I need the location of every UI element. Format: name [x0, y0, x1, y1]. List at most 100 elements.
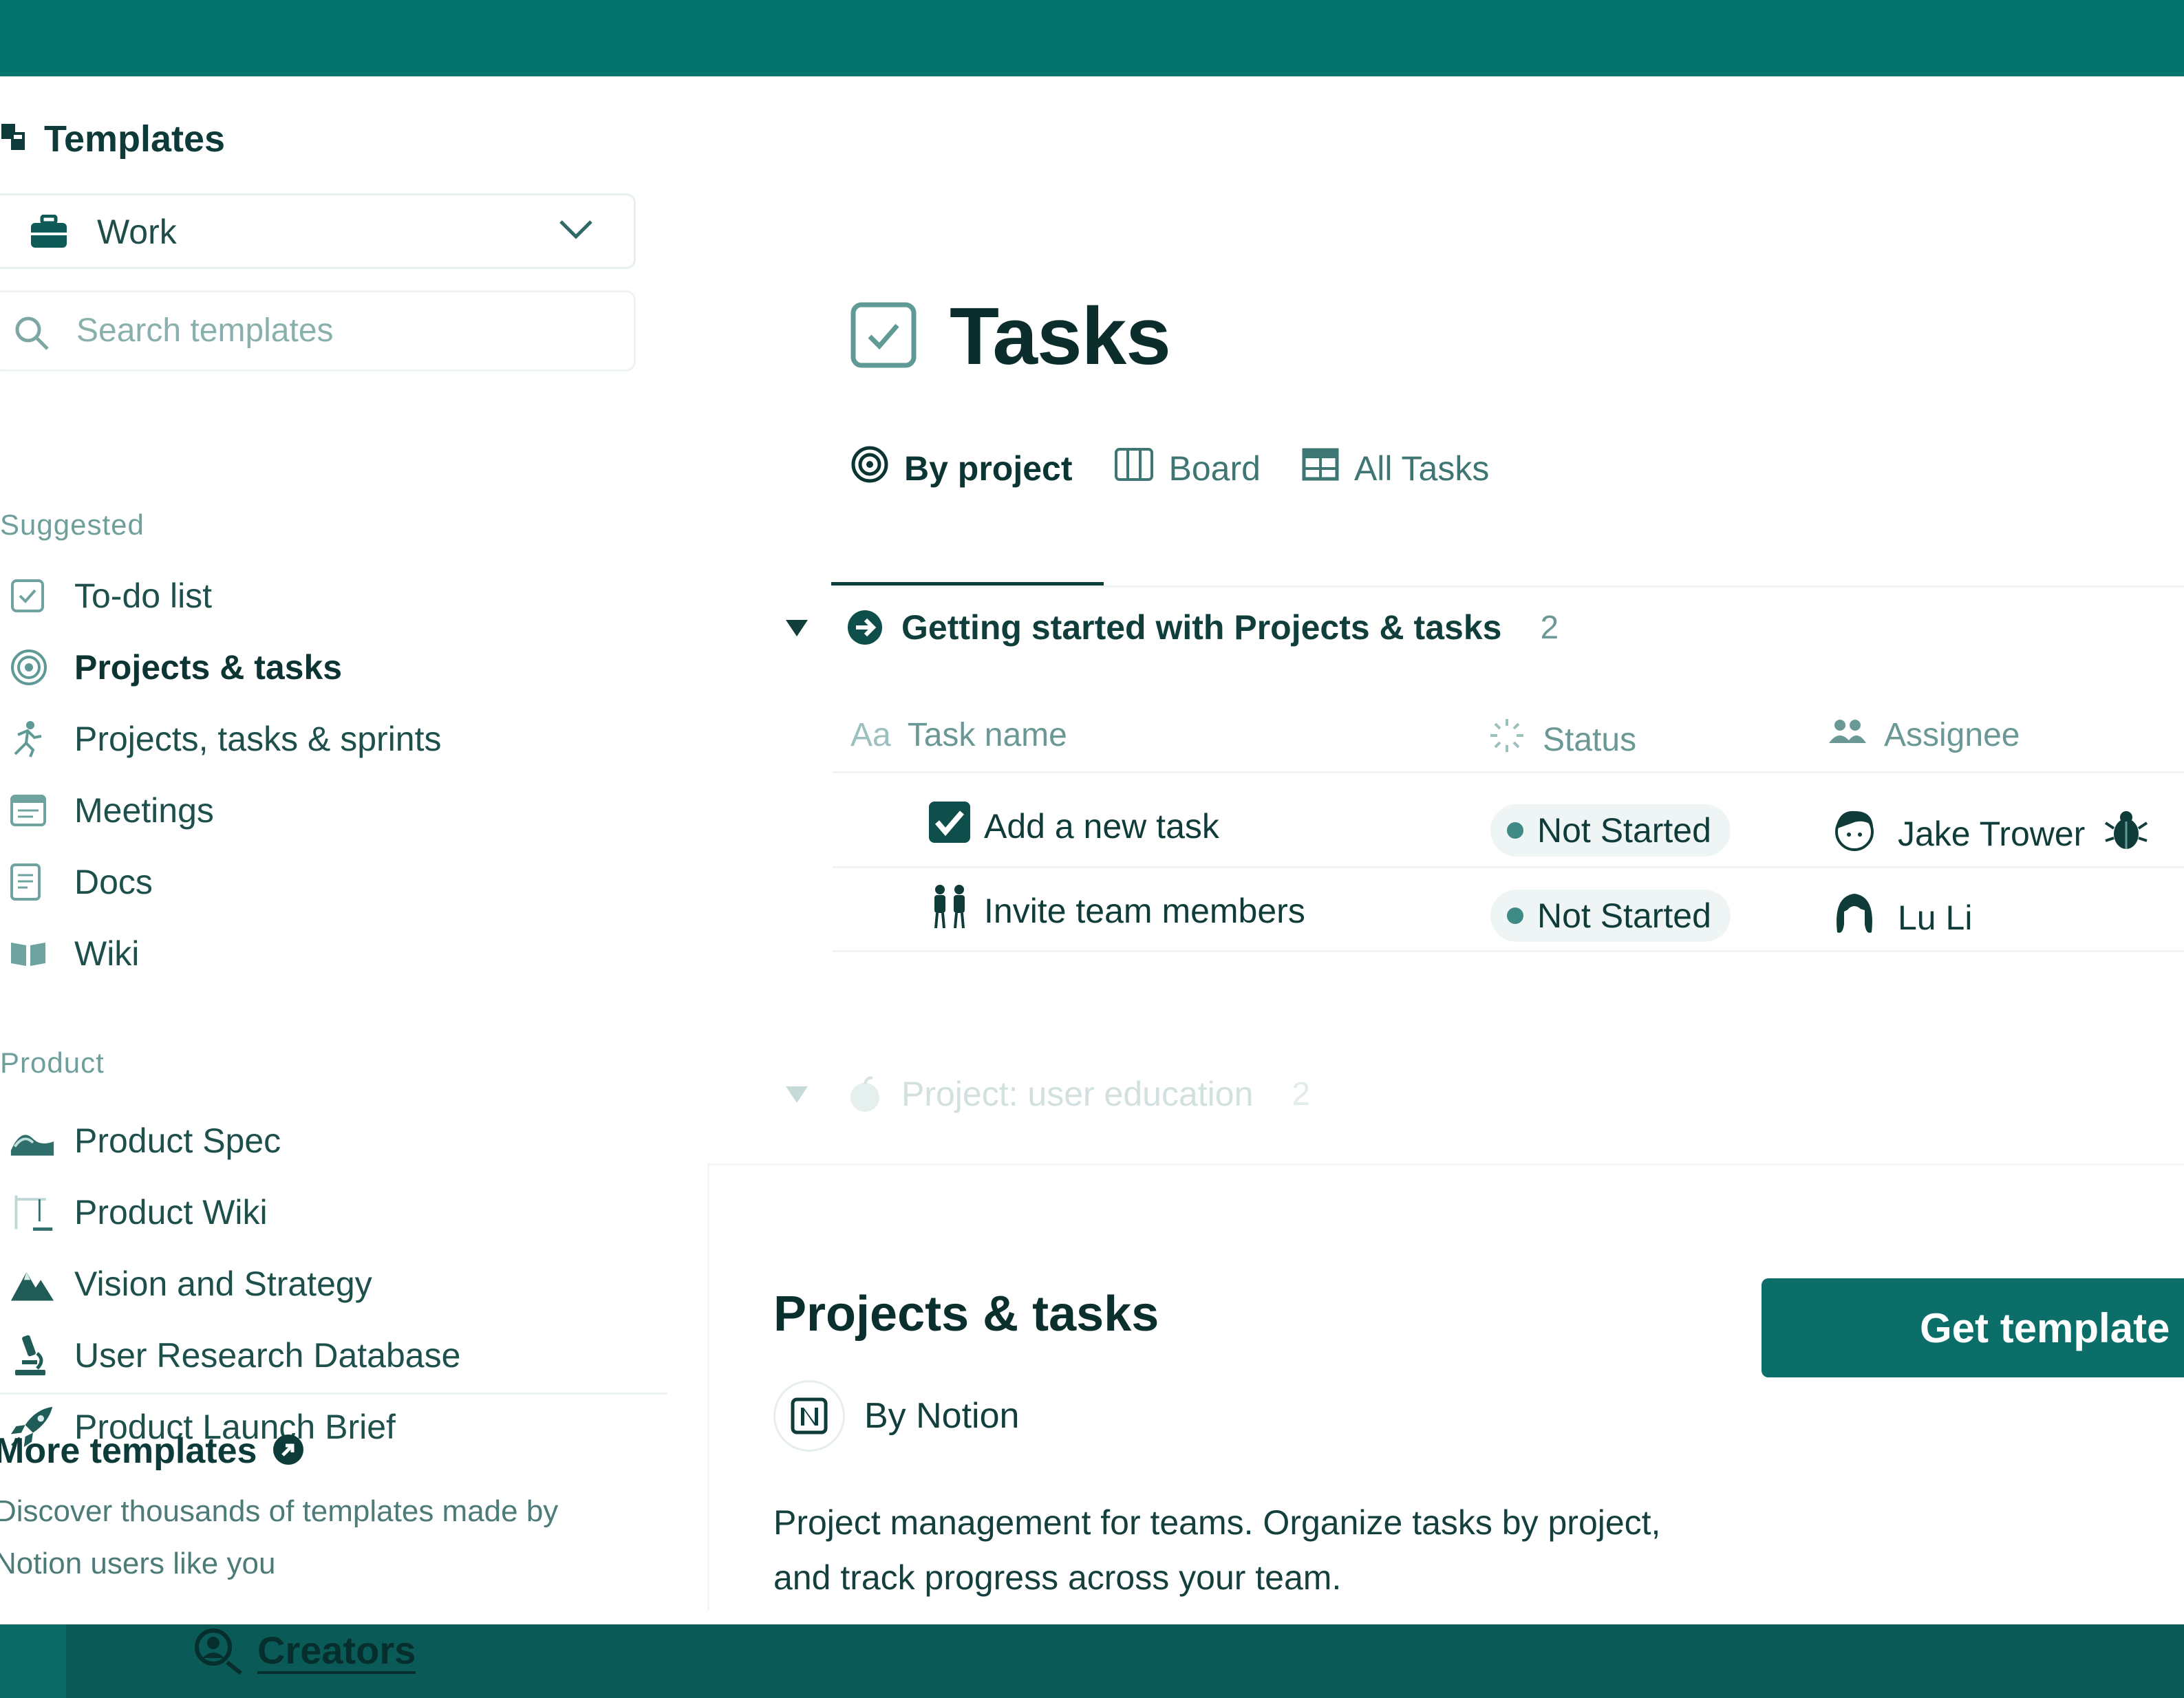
creators-link[interactable]: Creators [193, 1626, 416, 1678]
sidebar-item-user-research-database[interactable]: User Research Database [0, 1324, 661, 1386]
search-icon [13, 314, 52, 356]
group-title: Getting started with Projects & tasks [901, 608, 1502, 647]
status-badge[interactable]: Not Started [1490, 804, 1731, 857]
column-header-status: Status [1488, 716, 1636, 763]
avatar [1830, 806, 1878, 862]
mountain-icon [0, 1262, 55, 1306]
tab-board[interactable]: Board [1114, 434, 1261, 503]
sidebar-item-label: User Research Database [74, 1336, 461, 1375]
sidebar-item-label: Projects & tasks [74, 648, 343, 687]
sidebar-item-projects-tasks-sprints[interactable]: Projects, tasks & sprints [0, 708, 661, 770]
book-icon [0, 932, 55, 976]
bottom-bar-edge [0, 1624, 66, 1698]
table-row[interactable]: Add a new task [928, 800, 1219, 852]
sidebar-item-to-do-list[interactable]: To-do list [0, 565, 661, 627]
document-icon [0, 860, 55, 904]
section-title-suggested: Suggested [0, 508, 144, 541]
row-divider [833, 866, 2184, 868]
status-dot [1507, 822, 1523, 839]
user-search-icon [193, 1626, 245, 1678]
category-dropdown[interactable]: Work [0, 193, 636, 269]
column-header-task-name: Aa Task name [850, 716, 1067, 754]
get-template-button[interactable]: Get template [1762, 1278, 2184, 1377]
view-tabs: By project Board All Tasks [850, 434, 1489, 503]
group-header-user-education[interactable]: Project: user education 2 [784, 1074, 1310, 1114]
template-description: Project management for teams. Organize t… [773, 1503, 1661, 1597]
assignee-name: Jake Trower [1898, 815, 2086, 853]
table-header-divider [833, 771, 2184, 773]
sidebar: Templates Work Suggested To-do list Proj… [0, 76, 688, 1624]
sidebar-item-meetings[interactable]: Meetings [0, 780, 661, 841]
sidebar-item-label: Meetings [74, 791, 214, 830]
sidebar-item-docs[interactable]: Docs [0, 851, 661, 913]
more-templates-link[interactable]: More templates [0, 1430, 305, 1472]
sidebar-divider [0, 1393, 667, 1395]
creators-label: Creators [257, 1630, 416, 1674]
meeting-notes-icon [0, 788, 55, 832]
section-title-product: Product [0, 1046, 105, 1079]
briefcase-icon [30, 214, 68, 252]
more-templates-title: More templates [0, 1431, 257, 1471]
page-title: Tasks [950, 291, 1171, 382]
checkbox-icon [0, 574, 55, 618]
sidebar-item-product-wiki[interactable]: Product Wiki [0, 1181, 661, 1243]
group-count: 2 [1540, 609, 1559, 646]
status-dot [1507, 907, 1523, 924]
checkbox-checked-icon [928, 800, 972, 852]
runner-icon [0, 717, 55, 761]
sidebar-item-product-spec[interactable]: Product Spec [0, 1110, 661, 1172]
avatar [1830, 890, 1878, 946]
triangle-down-icon[interactable] [784, 617, 819, 638]
tab-label: All Tasks [1353, 449, 1490, 488]
group-header-getting-started[interactable]: Getting started with Projects & tasks 2 [784, 608, 1559, 647]
sidebar-item-label: Product Spec [74, 1121, 281, 1160]
wave-icon [0, 1119, 55, 1163]
sidebar-item-label: Docs [74, 863, 153, 901]
sidebar-item-label: Product Wiki [74, 1193, 268, 1232]
status-icon [1488, 716, 1526, 763]
table-row[interactable]: Invite team members [928, 883, 1305, 939]
sidebar-item-label: Projects, tasks & sprints [74, 720, 442, 758]
tabs-divider [831, 585, 2184, 588]
template-title: Projects & tasks [773, 1287, 1159, 1342]
column-label: Task name [907, 717, 1067, 753]
search-box [0, 290, 636, 372]
task-name: Invite team members [984, 892, 1305, 930]
group-count: 2 [1292, 1075, 1311, 1113]
notion-logo-icon [773, 1380, 845, 1452]
status-label: Not Started [1537, 811, 1711, 850]
column-label: Assignee [1884, 717, 2020, 753]
group-title: Project: user education [901, 1075, 1254, 1113]
sidebar-item-projects-tasks[interactable]: Projects & tasks [0, 636, 661, 698]
status-badge[interactable]: Not Started [1490, 890, 1731, 942]
sidebar-item-label: To-do list [74, 577, 213, 615]
target-icon [0, 645, 55, 689]
info-panel-divider [707, 1163, 709, 1611]
search-input[interactable] [76, 312, 613, 350]
tab-all-tasks[interactable]: All Tasks [1302, 434, 1489, 503]
more-templates-description: Discover thousands of templates made by … [0, 1494, 559, 1580]
sidebar-item-vision-strategy[interactable]: Vision and Strategy [0, 1253, 661, 1315]
sidebar-header: Templates [0, 118, 225, 160]
status-label: Not Started [1537, 896, 1711, 935]
tab-label: By project [904, 449, 1073, 488]
triangle-down-icon[interactable] [784, 1084, 819, 1104]
table-icon [1302, 448, 1339, 489]
sidebar-item-wiki[interactable]: Wiki [0, 923, 661, 985]
checkbox-icon [850, 302, 917, 372]
people-icon [928, 883, 972, 939]
template-author[interactable]: By Notion [773, 1380, 1019, 1452]
task-name: Add a new task [984, 807, 1219, 846]
author-name: By Notion [864, 1396, 1020, 1436]
chevron-down-icon [557, 216, 595, 247]
assignee-name: Lu Li [1898, 899, 1973, 937]
templates-icon [0, 120, 28, 159]
column-label: Status [1543, 721, 1637, 758]
assignee[interactable]: Lu Li [1830, 890, 1972, 946]
tab-by-project[interactable]: By project [850, 434, 1073, 503]
assignee[interactable]: Jake Trower [1830, 806, 2148, 862]
apple-icon [846, 1075, 884, 1113]
arrow-circle-icon [272, 1433, 305, 1470]
sidebar-title: Templates [44, 118, 226, 160]
microscope-icon [0, 1333, 55, 1377]
